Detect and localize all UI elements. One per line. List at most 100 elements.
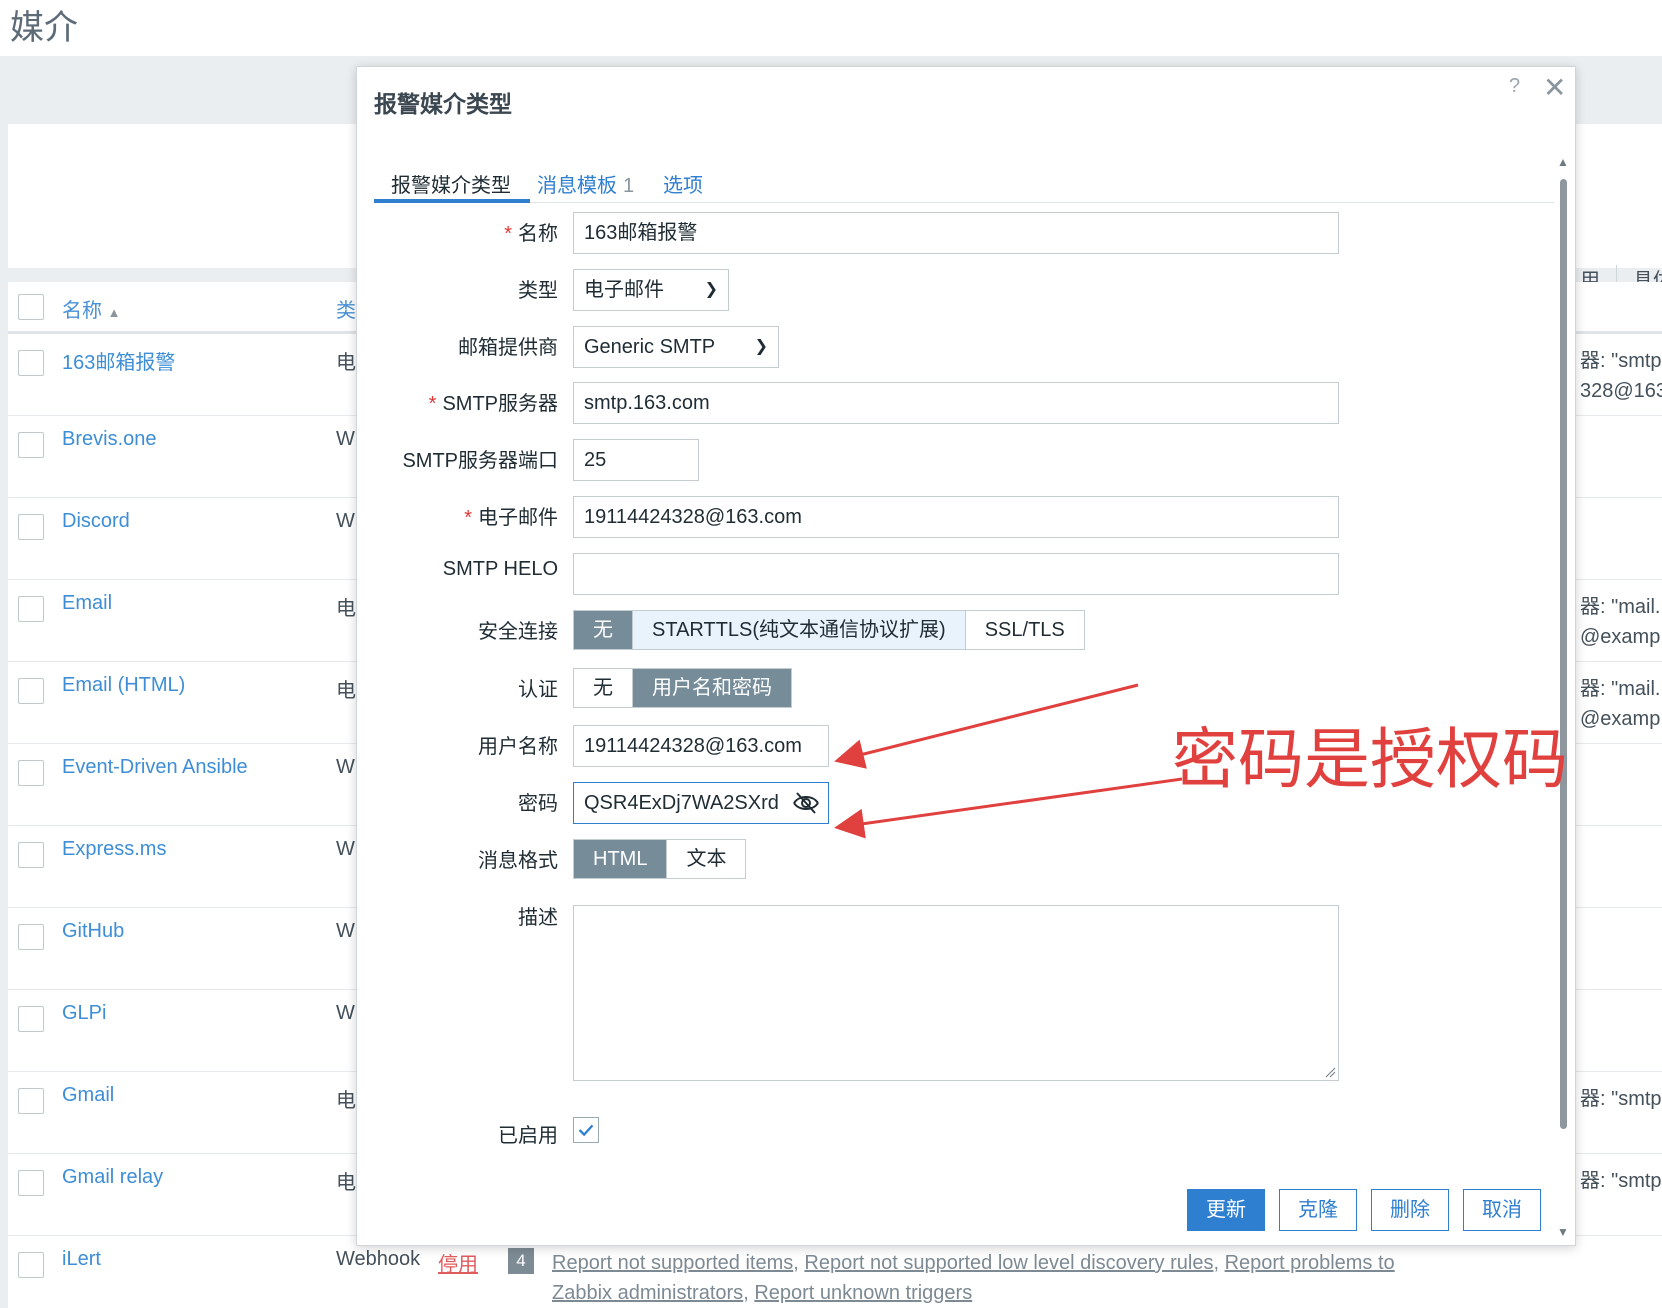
format-option-html[interactable]: HTML bbox=[574, 840, 668, 878]
password-input[interactable]: QSR4ExDj7WA2SXrd bbox=[573, 782, 829, 824]
help-icon[interactable]: ? bbox=[1509, 75, 1520, 98]
eye-slash-icon[interactable] bbox=[792, 791, 820, 815]
password-label: 密码 bbox=[518, 793, 558, 815]
dialog-scrollbar[interactable]: ▲ ▼ bbox=[1557, 155, 1569, 1239]
column-name-header[interactable]: 名称 ▲ bbox=[62, 294, 120, 323]
tab-media-type[interactable]: 报警媒介类型 bbox=[391, 169, 511, 198]
dialog-title: 报警媒介类型 bbox=[374, 91, 512, 117]
message-format-segmented: HTML 文本 bbox=[573, 839, 747, 879]
scroll-down-arrow-icon[interactable]: ▼ bbox=[1557, 1225, 1569, 1239]
name-input[interactable]: 163邮箱报警 bbox=[573, 212, 1339, 254]
auth-option-username-password[interactable]: 用户名和密码 bbox=[633, 669, 791, 707]
auth-segmented: 无 用户名和密码 bbox=[573, 668, 792, 708]
enabled-checkbox[interactable] bbox=[573, 1117, 599, 1143]
row-name-link[interactable]: GitHub bbox=[62, 920, 124, 943]
cancel-button[interactable]: 取消 bbox=[1463, 1189, 1541, 1231]
smtp-helo-label: SMTP HELO bbox=[442, 558, 558, 580]
row-type: 电 bbox=[336, 1090, 356, 1112]
email-input[interactable]: 19114424328@163.com bbox=[573, 496, 1339, 538]
scroll-thumb[interactable] bbox=[1560, 179, 1567, 1129]
row-details-line: 器: "smtp bbox=[1580, 350, 1662, 372]
row-checkbox[interactable] bbox=[18, 1006, 44, 1032]
close-icon[interactable]: ✕ bbox=[1543, 71, 1566, 104]
check-icon bbox=[578, 1124, 594, 1137]
row-type: 电 bbox=[336, 680, 356, 702]
delete-button[interactable]: 删除 bbox=[1371, 1189, 1449, 1231]
table-row: iLert Webhook 停用 4 Report not supported … bbox=[8, 1236, 1662, 1308]
status-disabled-link[interactable]: 停用 bbox=[438, 1248, 478, 1277]
type-select[interactable]: 电子邮件 ❯ bbox=[573, 269, 729, 311]
sort-asc-icon: ▲ bbox=[107, 305, 121, 320]
resize-grip-icon[interactable] bbox=[1324, 1066, 1336, 1078]
message-format-label: 消息格式 bbox=[478, 850, 558, 872]
provider-select-value: Generic SMTP bbox=[584, 336, 716, 358]
row-checkbox[interactable] bbox=[18, 432, 44, 458]
row-type: 电 bbox=[336, 352, 356, 374]
row-name-link[interactable]: iLert bbox=[62, 1248, 101, 1271]
row-checkbox[interactable] bbox=[18, 1088, 44, 1114]
provider-select[interactable]: Generic SMTP ❯ bbox=[573, 326, 779, 368]
select-all-checkbox[interactable] bbox=[18, 294, 44, 320]
smtp-server-input[interactable]: smtp.163.com bbox=[573, 382, 1339, 424]
security-option-none[interactable]: 无 bbox=[574, 611, 633, 649]
auth-option-none[interactable]: 无 bbox=[574, 669, 633, 707]
format-option-text[interactable]: 文本 bbox=[667, 840, 745, 878]
smtp-port-input[interactable]: 25 bbox=[573, 439, 699, 481]
security-option-starttls[interactable]: STARTTLS(纯文本通信协议扩展) bbox=[633, 611, 966, 649]
smtp-helo-input[interactable] bbox=[573, 553, 1339, 595]
tab-message-templates[interactable]: 消息模板 1 bbox=[537, 169, 634, 198]
row-checkbox[interactable] bbox=[18, 514, 44, 540]
row-name-link[interactable]: 163邮箱报警 bbox=[62, 346, 175, 375]
row-checkbox[interactable] bbox=[18, 842, 44, 868]
row-name-link[interactable]: Event-Driven Ansible bbox=[62, 756, 248, 779]
tab-count-badge: 1 bbox=[623, 175, 635, 197]
row-details: 器: "smtp 328@163 bbox=[1580, 346, 1662, 406]
row-name-link[interactable]: Gmail bbox=[62, 1084, 114, 1107]
clone-button[interactable]: 克隆 bbox=[1279, 1189, 1357, 1231]
tab-options[interactable]: 选项 bbox=[663, 169, 703, 198]
scroll-up-arrow-icon[interactable]: ▲ bbox=[1557, 155, 1569, 169]
provider-label: 邮箱提供商 bbox=[458, 337, 558, 359]
update-button[interactable]: 更新 bbox=[1187, 1189, 1265, 1231]
row-details: 器: "mail. @examp bbox=[1580, 674, 1660, 734]
row-type: W bbox=[336, 920, 355, 942]
action-link[interactable]: Report unknown triggers bbox=[754, 1282, 972, 1304]
row-checkbox[interactable] bbox=[18, 760, 44, 786]
row-name-link[interactable]: Email (HTML) bbox=[62, 674, 185, 697]
smtp-port-label: SMTP服务器端口 bbox=[402, 450, 558, 472]
row-checkbox[interactable] bbox=[18, 1170, 44, 1196]
row-details-line: 器: "smtp bbox=[1580, 1170, 1662, 1192]
column-type-header[interactable]: 类 bbox=[336, 294, 356, 323]
description-textarea[interactable] bbox=[573, 905, 1339, 1081]
security-label: 安全连接 bbox=[478, 621, 558, 643]
column-name-label: 名称 bbox=[62, 300, 102, 322]
row-details-line: 器: "mail. bbox=[1580, 596, 1661, 618]
row-details: 器: "smtp bbox=[1580, 1166, 1662, 1196]
row-type: W bbox=[336, 1002, 355, 1024]
smtp-server-label: * SMTP服务器 bbox=[428, 393, 558, 415]
page-header: 媒介 bbox=[0, 0, 1662, 56]
smtp-server-label-text: SMTP服务器 bbox=[442, 393, 558, 415]
enabled-label: 已启用 bbox=[498, 1125, 558, 1147]
row-details-line: @examp bbox=[1580, 708, 1661, 730]
row-name-link[interactable]: Express.ms bbox=[62, 838, 166, 861]
row-name-link[interactable]: Brevis.one bbox=[62, 428, 157, 451]
description-label: 描述 bbox=[518, 907, 558, 929]
row-checkbox[interactable] bbox=[18, 924, 44, 950]
name-label: * 名称 bbox=[504, 223, 558, 245]
row-checkbox[interactable] bbox=[18, 596, 44, 622]
name-label-text: 名称 bbox=[518, 223, 558, 245]
security-option-ssl-tls[interactable]: SSL/TLS bbox=[966, 611, 1084, 649]
action-link[interactable]: Report not supported items bbox=[552, 1252, 793, 1274]
row-type: 电 bbox=[336, 598, 356, 620]
row-checkbox[interactable] bbox=[18, 678, 44, 704]
chevron-down-icon: ❯ bbox=[704, 281, 718, 298]
row-name-link[interactable]: Email bbox=[62, 592, 112, 615]
row-name-link[interactable]: Discord bbox=[62, 510, 130, 533]
username-input[interactable]: 19114424328@163.com bbox=[573, 725, 829, 767]
row-name-link[interactable]: GLPi bbox=[62, 1002, 106, 1025]
action-link[interactable]: Report not supported low level discovery… bbox=[804, 1252, 1213, 1274]
row-checkbox[interactable] bbox=[18, 350, 44, 376]
row-name-link[interactable]: Gmail relay bbox=[62, 1166, 163, 1189]
row-checkbox[interactable] bbox=[18, 1252, 44, 1278]
